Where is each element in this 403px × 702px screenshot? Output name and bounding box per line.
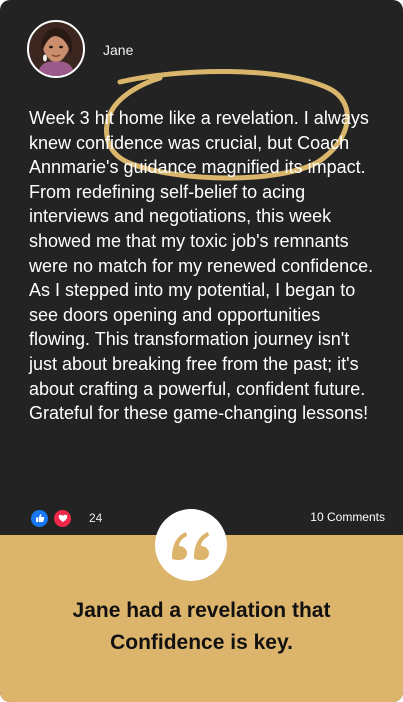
quote-badge <box>155 509 227 581</box>
post-header: Jane <box>0 0 403 90</box>
profile-photo-icon <box>37 27 75 76</box>
post-body: Week 3 hit home like a revelation. I alw… <box>29 108 374 424</box>
caption-line-2: Confidence is key. <box>110 631 293 654</box>
caption-line-1: Jane had a revelation that <box>72 599 331 622</box>
like-icon[interactable] <box>30 508 49 528</box>
reactions-bar[interactable]: 24 <box>30 508 102 528</box>
reaction-count[interactable]: 24 <box>89 511 102 525</box>
comments-link[interactable]: 10 Comments <box>310 510 385 524</box>
quote-icon <box>172 532 209 560</box>
author-name[interactable]: Jane <box>103 42 133 58</box>
avatar[interactable] <box>27 20 85 78</box>
caption-text: Jane had a revelation that Confidence is… <box>0 595 403 659</box>
love-icon[interactable] <box>53 508 72 528</box>
testimonial-card: Jane Week 3 hit home like a revelation. … <box>0 0 403 702</box>
